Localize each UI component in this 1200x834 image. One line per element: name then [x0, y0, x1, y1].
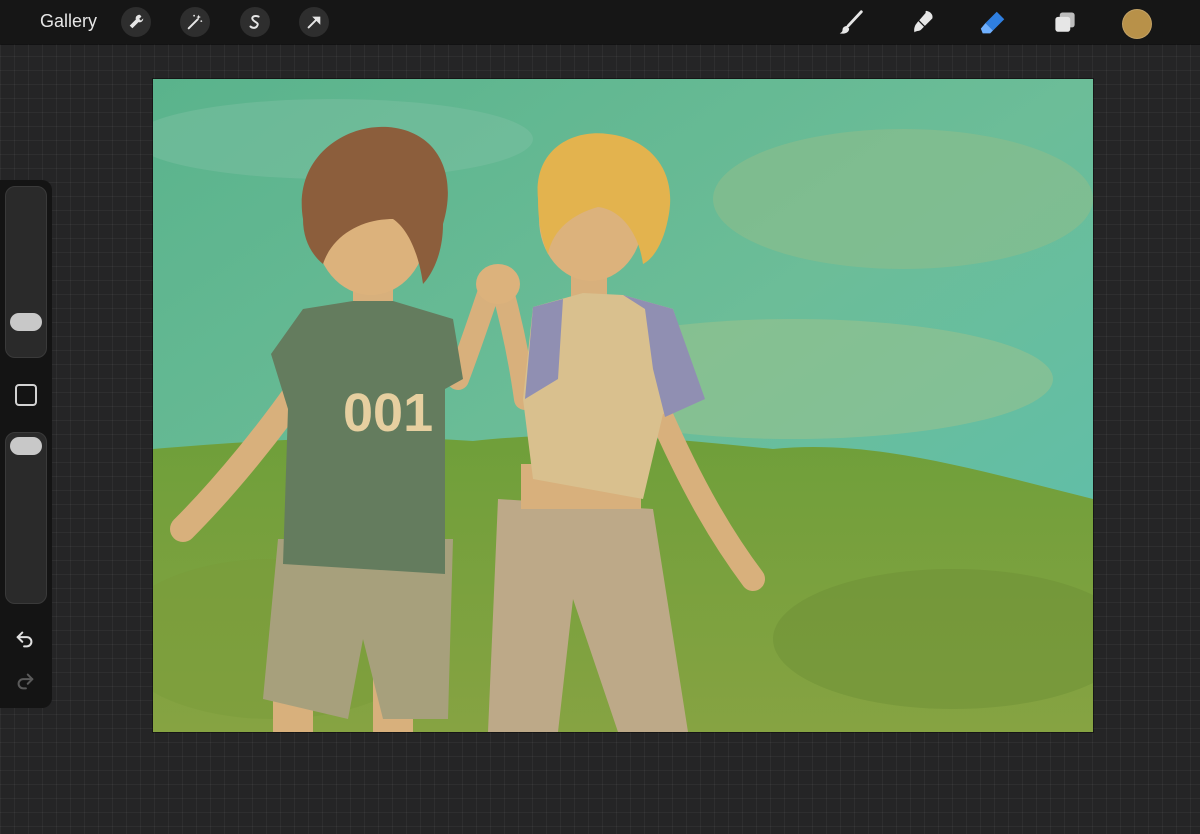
gallery-button[interactable]: Gallery — [40, 11, 97, 32]
brush-size-thumb[interactable] — [10, 313, 42, 331]
top-toolbar: Gallery — [0, 0, 1200, 44]
redo-icon[interactable] — [12, 668, 38, 694]
brush-size-slider[interactable] — [5, 186, 47, 358]
modify-button[interactable] — [15, 384, 37, 406]
drawing-canvas[interactable]: 001 — [153, 79, 1093, 732]
brush-icon[interactable] — [835, 7, 867, 39]
selection-icon[interactable] — [240, 7, 270, 37]
color-picker-swatch[interactable] — [1122, 9, 1152, 39]
opacity-thumb[interactable] — [10, 437, 42, 455]
opacity-slider[interactable] — [5, 432, 47, 604]
shirt-text: 001 — [343, 383, 433, 443]
artwork: 001 — [153, 79, 1093, 732]
smudge-icon[interactable] — [907, 7, 939, 39]
left-sidebar — [0, 180, 52, 708]
eraser-icon[interactable] — [977, 7, 1009, 39]
undo-icon[interactable] — [12, 626, 38, 652]
holding-hands — [476, 264, 520, 304]
transform-arrow-icon[interactable] — [299, 7, 329, 37]
wrench-icon[interactable] — [121, 7, 151, 37]
layers-icon[interactable] — [1049, 7, 1081, 39]
magic-wand-icon[interactable] — [180, 7, 210, 37]
